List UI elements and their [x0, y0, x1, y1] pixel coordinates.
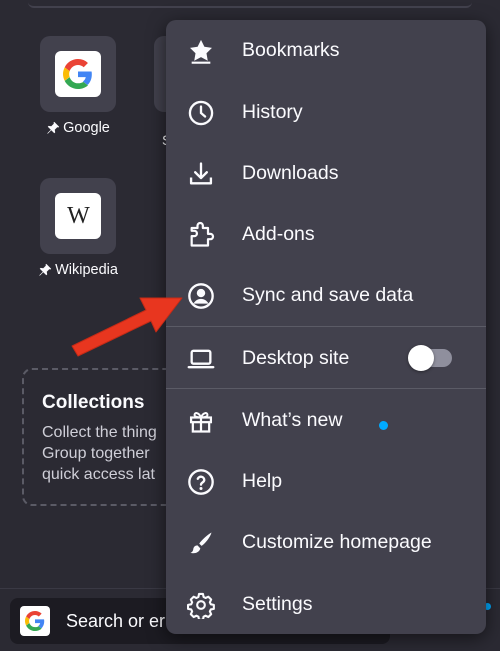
menu-item-settings[interactable]: Settings: [166, 574, 486, 634]
menu-item-label: Customize homepage: [242, 530, 432, 553]
help-icon: [186, 467, 216, 497]
gift-icon: [186, 406, 216, 436]
menu-item-bookmarks[interactable]: Bookmarks: [166, 20, 486, 80]
menu-item-sync[interactable]: Sync and save data: [166, 265, 486, 325]
toggle-knob: [408, 345, 434, 371]
annotation-arrow-icon: [71, 297, 183, 357]
menu-item-label: Add-ons: [242, 222, 315, 245]
whats-new-badge: [379, 421, 388, 430]
menu-item-whats-new[interactable]: What’s new: [166, 390, 486, 450]
shortcut-wikipedia[interactable]: W Wikipedia: [28, 178, 128, 278]
download-icon: [186, 159, 216, 189]
menu-item-label: Downloads: [242, 161, 339, 184]
shortcut-name: Wikipedia: [55, 262, 118, 278]
menu-item-label: Help: [242, 469, 283, 492]
menu-item-downloads[interactable]: Downloads: [166, 143, 486, 203]
puzzle-icon: [186, 220, 216, 250]
menu-item-label: Bookmarks: [242, 38, 340, 61]
search-engine-icon[interactable]: [20, 606, 50, 636]
menu-item-history[interactable]: History: [166, 82, 486, 142]
clock-icon: [186, 98, 216, 128]
menu-item-customize-homepage[interactable]: Customize homepage: [166, 512, 486, 572]
star-icon: [186, 36, 216, 66]
pin-icon: [47, 121, 60, 134]
menu-divider: [166, 326, 486, 327]
brush-icon: [186, 528, 216, 558]
menu-item-label: What’s new: [242, 408, 343, 431]
google-g-icon: [25, 611, 45, 631]
overflow-menu: Bookmarks History Downloads Add-ons Sync…: [166, 20, 486, 634]
search-placeholder: Search or er: [66, 610, 166, 631]
menu-item-label: Sync and save data: [242, 283, 414, 306]
wikipedia-w-icon: W: [67, 202, 90, 229]
shortcut-label: Google: [28, 120, 128, 136]
menu-item-label: Desktop site: [242, 346, 350, 369]
shortcut-tile[interactable]: W: [40, 178, 116, 254]
shortcut-tile[interactable]: [40, 36, 116, 112]
menu-divider: [166, 388, 486, 389]
desktop-site-toggle[interactable]: [408, 345, 452, 371]
pin-icon: [39, 263, 52, 276]
gear-icon: [186, 590, 216, 620]
google-g-icon: [63, 59, 92, 89]
top-bar-edge: [0, 0, 500, 8]
menu-item-label: History: [242, 100, 303, 123]
shortcut-name: Google: [63, 120, 110, 136]
menu-item-label: Settings: [242, 592, 313, 615]
shortcut-label: Wikipedia: [28, 262, 128, 278]
shortcut-google[interactable]: Google: [28, 36, 128, 136]
menu-item-addons[interactable]: Add-ons: [166, 204, 486, 264]
menu-item-help[interactable]: Help: [166, 451, 486, 511]
